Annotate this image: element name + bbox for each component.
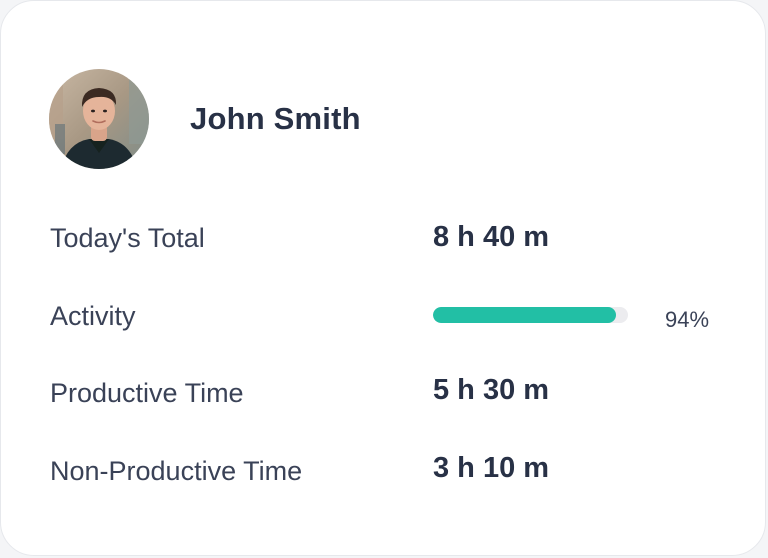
activity-progress-fill <box>433 307 617 323</box>
activity-percent: 94% <box>665 307 710 332</box>
user-photo-icon <box>49 69 149 169</box>
activity-progress-bar <box>433 307 628 323</box>
non-productive-time-value: 3 h 10 m <box>433 452 550 484</box>
non-productive-time-label: Non-Productive Time <box>50 456 303 486</box>
productive-time-label: Productive Time <box>50 378 244 408</box>
activity-label: Activity <box>50 301 136 331</box>
todays-total-value: 8 h 40 m <box>433 221 550 253</box>
productive-time-value: 5 h 30 m <box>433 374 550 406</box>
user-time-card: John Smith Today's Total 8 h 40 m Activi… <box>0 0 766 556</box>
user-name: John Smith <box>190 101 361 136</box>
todays-total-label: Today's Total <box>50 223 205 253</box>
avatar[interactable] <box>49 69 149 169</box>
